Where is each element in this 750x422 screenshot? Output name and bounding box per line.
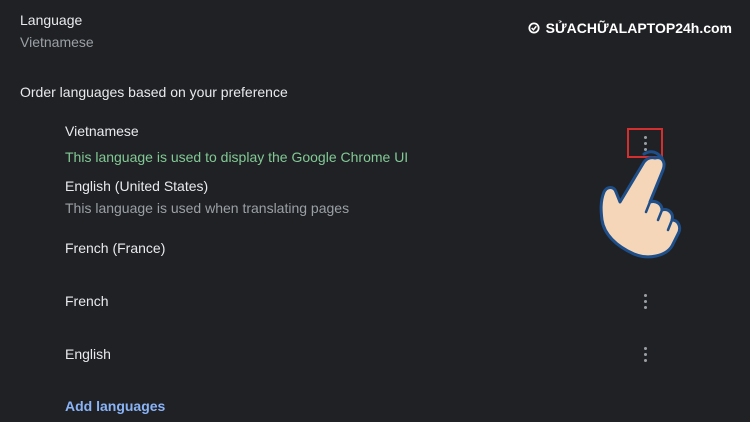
language-setting-title: Language [20,12,83,28]
more-options-button-french[interactable] [627,286,663,316]
language-description: This language is used when translating p… [65,200,350,216]
language-name: Vietnamese [65,123,139,139]
add-languages-link[interactable]: Add languages [65,398,165,414]
more-vert-icon [643,293,647,309]
more-options-button-english[interactable] [627,339,663,369]
language-name: English [65,346,111,362]
language-name: English (United States) [65,178,209,194]
order-languages-label: Order languages based on your preference [20,84,288,100]
watermark-text: SỬACHỮALAPTOP24h.com [545,20,732,36]
language-name: French [65,293,109,309]
language-name: French (France) [65,240,166,256]
pointing-hand-icon [599,150,682,259]
gear-icon [528,22,540,34]
language-description: This language is used to display the Goo… [65,149,409,165]
language-setting-value: Vietnamese [20,34,94,50]
watermark-logo: SỬACHỮALAPTOP24h.com [527,20,732,36]
language-settings-page: SỬACHỮALAPTOP24h.com Language Vietnamese… [0,0,750,422]
more-vert-icon [643,346,647,362]
